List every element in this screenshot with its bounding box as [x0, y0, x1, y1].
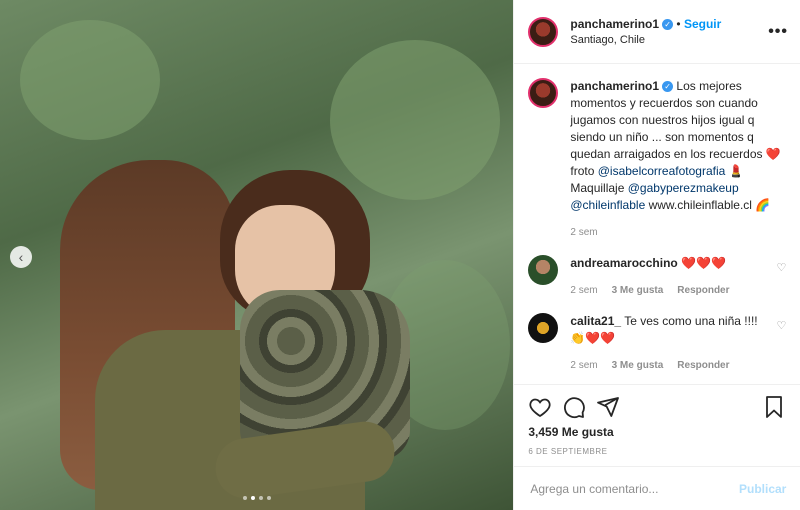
caption-maquillaje: Maquillaje: [570, 181, 628, 195]
comments-section: panchamerino1 ✓ Los mejores momentos y re…: [514, 64, 800, 384]
add-comment-bar: Publicar: [514, 466, 800, 510]
mention-link[interactable]: @chileinflable: [570, 198, 645, 212]
post-photo[interactable]: ‹: [0, 0, 514, 510]
comment-item: andreamarocchino ❤️❤️❤️ 2 sem 3 Me gusta…: [514, 241, 800, 299]
carousel-prev-button[interactable]: ‹: [10, 246, 32, 268]
like-comment-heart-icon[interactable]: ♡: [776, 319, 786, 374]
post-date[interactable]: 6 DE SEPTIEMBRE: [514, 439, 800, 456]
caption-froto: froto: [570, 164, 598, 178]
commenter-avatar[interactable]: [528, 313, 559, 343]
mention-link[interactable]: @isabelcorreafotografia: [598, 164, 726, 178]
caption-time[interactable]: 2 sem: [570, 224, 597, 241]
rainbow-emoji: 🌈: [755, 198, 771, 212]
comment-meta: 2 sem 3 Me gusta Responder: [570, 282, 770, 299]
commenter-username[interactable]: calita21_: [570, 314, 621, 328]
post-actions: 3,459 Me gusta 6 DE SEPTIEMBRE: [514, 384, 800, 456]
commenter-avatar[interactable]: [528, 255, 559, 285]
comment-emojis: 👏❤️❤️: [570, 331, 616, 345]
comment-time[interactable]: 2 sem: [570, 357, 597, 374]
follow-button[interactable]: Seguir: [684, 17, 721, 31]
author-avatar[interactable]: [528, 16, 559, 47]
verified-badge-icon: ✓: [662, 81, 674, 93]
publish-button[interactable]: Publicar: [739, 482, 786, 496]
reply-button[interactable]: Responder: [677, 357, 729, 374]
caption-username[interactable]: panchamerino1: [570, 79, 659, 93]
comment-text: Te ves como una niña !!!!: [624, 314, 758, 328]
carousel-dots: [243, 496, 271, 500]
carousel-dot: [259, 496, 263, 500]
share-send-icon[interactable]: [596, 395, 620, 419]
carousel-dot: [243, 496, 247, 500]
carousel-dot-active: [251, 496, 255, 500]
comment-item: calita21_ Te ves como una niña !!!! 👏❤️❤…: [514, 299, 800, 374]
more-options-icon[interactable]: •••: [768, 23, 788, 41]
save-bookmark-icon[interactable]: [762, 395, 786, 419]
header-text: panchamerino1 ✓ • Seguir Santiago, Chile: [570, 16, 768, 48]
comment-likes[interactable]: 3 Me gusta: [612, 282, 664, 299]
reply-button[interactable]: Responder: [677, 282, 729, 299]
comment-body: calita21_ Te ves como una niña !!!! 👏❤️❤…: [570, 313, 770, 374]
chevron-left-icon: ‹: [18, 249, 24, 265]
carousel-dot: [267, 496, 271, 500]
caption-avatar[interactable]: [528, 78, 559, 108]
caption-meta: 2 sem: [570, 224, 786, 241]
action-icons: [514, 385, 800, 421]
caption-website: www.chileinflable.cl: [645, 198, 756, 212]
like-comment-heart-icon[interactable]: ♡: [776, 261, 786, 299]
verified-badge-icon: ✓: [662, 18, 674, 30]
photo-foliage: [20, 20, 160, 140]
heart-emoji: ❤️: [765, 147, 781, 161]
caption-body: panchamerino1 ✓ Los mejores momentos y re…: [570, 78, 786, 241]
comment-input[interactable]: [528, 480, 739, 497]
comment-time[interactable]: 2 sem: [570, 282, 597, 299]
photo-foliage: [330, 40, 500, 200]
like-count[interactable]: 3,459 Me gusta: [514, 421, 800, 439]
like-heart-icon[interactable]: [528, 395, 552, 419]
comment-body: andreamarocchino ❤️❤️❤️ 2 sem 3 Me gusta…: [570, 255, 770, 299]
post-header: panchamerino1 ✓ • Seguir Santiago, Chile …: [514, 0, 800, 64]
post-container: ‹ panchamerino1 ✓ • Seguir Santiago, Chil…: [0, 0, 800, 510]
author-username[interactable]: panchamerino1: [570, 17, 659, 31]
commenter-username[interactable]: andreamarocchino: [570, 256, 677, 270]
comment-likes[interactable]: 3 Me gusta: [612, 357, 664, 374]
comment-text: ❤️❤️❤️: [681, 256, 726, 270]
lipstick-emoji: 💄: [725, 164, 744, 178]
post-sidebar: panchamerino1 ✓ • Seguir Santiago, Chile …: [513, 0, 800, 510]
mention-link[interactable]: @gabyperezmakeup: [628, 181, 739, 195]
caption-item: panchamerino1 ✓ Los mejores momentos y re…: [514, 64, 800, 241]
post-location[interactable]: Santiago, Chile: [570, 32, 768, 48]
comment-meta: 2 sem 3 Me gusta Responder: [570, 357, 770, 374]
comment-bubble-icon[interactable]: [562, 395, 586, 419]
